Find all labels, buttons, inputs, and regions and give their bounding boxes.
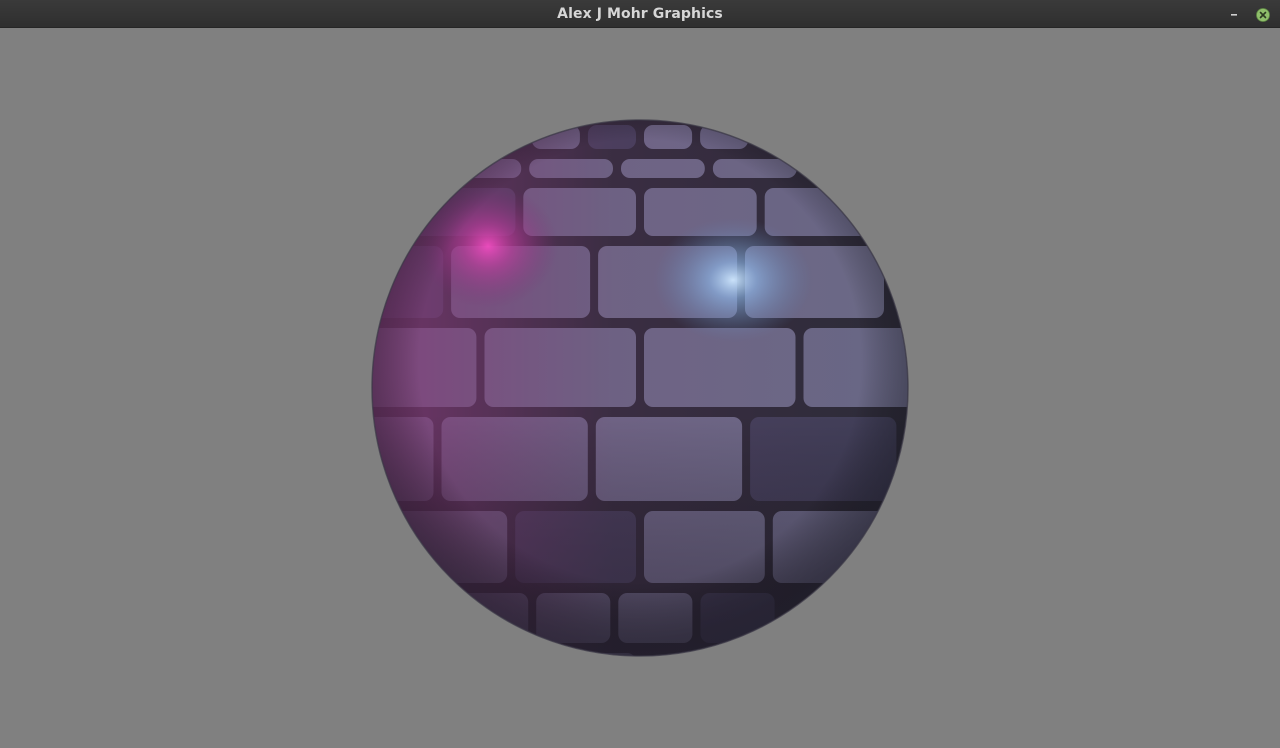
minimize-button[interactable] xyxy=(1226,6,1242,22)
render-viewport[interactable] xyxy=(0,28,1280,748)
close-icon xyxy=(1256,8,1270,22)
title-bar[interactable]: Alex J Mohr Graphics xyxy=(0,0,1280,28)
minimize-icon xyxy=(1231,14,1237,16)
brick xyxy=(588,653,636,656)
app-window: Alex J Mohr Graphics xyxy=(0,0,1280,748)
window-title: Alex J Mohr Graphics xyxy=(557,6,723,22)
close-button[interactable] xyxy=(1256,7,1270,22)
brick-sphere xyxy=(371,119,909,657)
